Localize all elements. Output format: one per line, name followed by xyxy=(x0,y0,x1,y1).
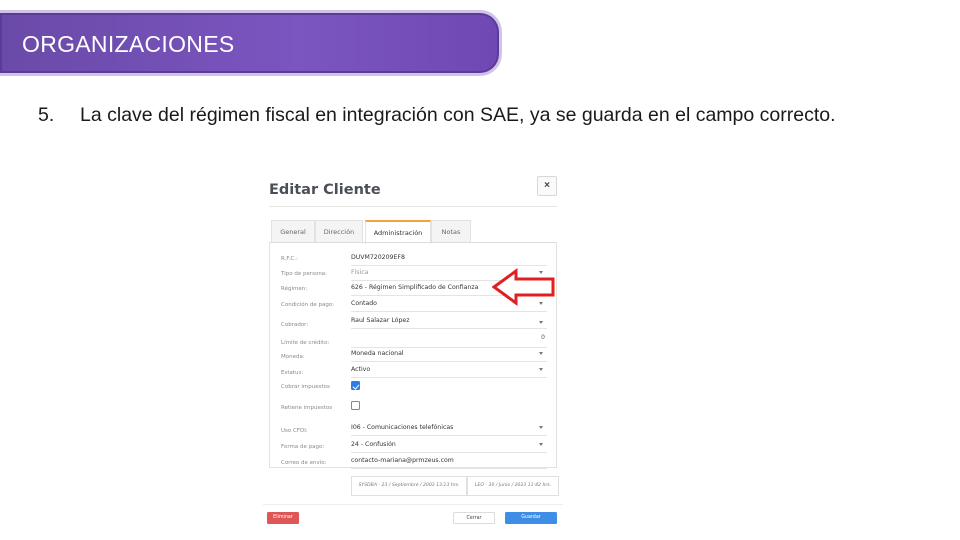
field-label: Cobrar impuestos xyxy=(281,384,330,390)
cobrador-select[interactable]: Raul Salazar López xyxy=(351,315,547,329)
uso-cfdi-select[interactable]: I06 - Comunicaciones telefónicas xyxy=(351,422,547,436)
close-icon[interactable]: × xyxy=(537,176,557,196)
forma-pago-select[interactable]: 24 - Confusión xyxy=(351,439,547,453)
field-label: Moneda: xyxy=(281,354,305,360)
chevron-down-icon xyxy=(539,321,543,324)
field-retiene-impuestos: Retiene impuestos xyxy=(275,401,555,417)
chevron-down-icon xyxy=(539,352,543,355)
audit-created: SYSDBA - 23 / Septiembre / 2003 13:13 hr… xyxy=(351,476,467,496)
correo-envio-input[interactable]: contacto-mariana@prmzeus.com xyxy=(351,455,547,469)
retiene-impuestos-checkbox[interactable] xyxy=(351,401,360,410)
select-value: Moneda nacional xyxy=(351,350,404,357)
field-correo-envio: Correo de envío: contacto-mariana@prmzeu… xyxy=(275,453,555,469)
field-label: Retiene impuestos xyxy=(281,405,333,411)
chevron-down-icon xyxy=(539,443,543,446)
field-rfc: R.F.C.: DUVM720209EF8 xyxy=(275,252,555,268)
field-label: Cobrador: xyxy=(281,322,309,328)
slide-point: 5. La clave del régimen fiscal en integra… xyxy=(38,104,938,127)
section-banner: ORGANIZACIONES xyxy=(0,10,502,76)
field-cobrador: Cobrador: Raul Salazar López xyxy=(275,315,555,331)
select-value: Raul Salazar López xyxy=(351,317,410,324)
field-moneda: Moneda: Moneda nacional xyxy=(275,346,555,362)
chevron-down-icon xyxy=(539,426,543,429)
field-label: Uso CFDI: xyxy=(281,428,308,434)
field-label: Correo de envío: xyxy=(281,460,327,466)
audit-modified: LEO - 30 / Junio / 2023 11:42 hrs. xyxy=(467,476,559,496)
chevron-down-icon xyxy=(539,368,543,371)
modal-title: Editar Cliente xyxy=(269,182,381,198)
cobrar-impuestos-checkbox[interactable] xyxy=(351,381,360,390)
field-label: Estatus: xyxy=(281,370,304,376)
edit-client-modal: Editar Cliente × General Dirección Admin… xyxy=(263,170,563,532)
select-value: Activo xyxy=(351,366,371,373)
field-label: Condición de pago: xyxy=(281,302,335,308)
field-uso-cfdi: Uso CFDI: I06 - Comunicaciones telefónic… xyxy=(275,422,555,438)
select-value: 626 - Régimen Simplificado de Confianza xyxy=(351,284,479,291)
estatus-select[interactable]: Activo xyxy=(351,364,547,378)
tab-direccion[interactable]: Dirección xyxy=(315,220,363,243)
tab-administracion[interactable]: Administración xyxy=(365,220,431,244)
point-text: La clave del régimen fiscal en integraci… xyxy=(80,104,836,126)
field-forma-pago: Forma de pago: 24 - Confusión xyxy=(275,437,555,453)
field-label: Forma de pago: xyxy=(281,444,325,450)
annotation-arrow-icon xyxy=(492,268,555,306)
select-value: Contado xyxy=(351,300,377,307)
cancel-button[interactable]: Cerrar xyxy=(453,512,495,524)
select-value: 24 - Confusión xyxy=(351,441,396,448)
tab-notas[interactable]: Notas xyxy=(431,220,471,243)
field-cobrar-impuestos: Cobrar impuestos xyxy=(275,381,555,397)
select-value: Física xyxy=(351,269,369,276)
title-divider xyxy=(269,206,557,207)
point-number: 5. xyxy=(38,104,55,126)
moneda-select[interactable]: Moneda nacional xyxy=(351,348,547,362)
field-label: Régimen: xyxy=(281,286,308,292)
field-label: Tipo de persona: xyxy=(281,271,328,277)
field-label: R.F.C.: xyxy=(281,256,298,262)
select-value: I06 - Comunicaciones telefónicas xyxy=(351,424,454,431)
rfc-input[interactable]: DUVM720209EF8 xyxy=(351,252,547,266)
tab-general[interactable]: General xyxy=(271,220,315,243)
input-value: 0 xyxy=(541,334,545,341)
banner-title: ORGANIZACIONES xyxy=(22,31,235,57)
delete-button[interactable]: Eliminar xyxy=(267,512,299,524)
field-estatus: Estatus: Activo xyxy=(275,362,555,378)
save-button[interactable]: Guardar xyxy=(505,512,557,524)
footer-divider xyxy=(263,504,563,505)
